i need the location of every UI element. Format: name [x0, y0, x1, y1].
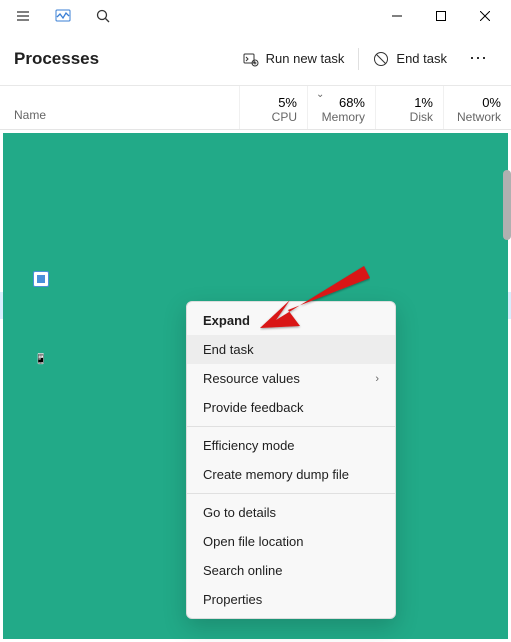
process-row[interactable]: ›Secure System0%28.6 MB0 MB/s0 Mbps — [0, 211, 511, 238]
column-headers: Name 5%CPU ⌄68%Memory 1%Disk 0%Network — [0, 86, 511, 130]
end-task-label: End task — [396, 51, 447, 66]
header-disk[interactable]: 1%Disk — [375, 86, 443, 129]
more-icon: ⋯ — [469, 48, 489, 68]
box-blue-icon — [33, 271, 49, 287]
ctx-resource-values[interactable]: Resource values› — [187, 364, 395, 393]
end-task-button[interactable]: End task — [363, 45, 457, 73]
ctx-location[interactable]: Open file location — [187, 527, 395, 556]
minimize-icon — [392, 11, 402, 21]
run-task-icon — [243, 51, 259, 67]
maximize-icon — [436, 11, 446, 21]
ctx-expand[interactable]: Expand — [187, 306, 395, 335]
close-icon — [480, 11, 490, 21]
page-title: Processes — [14, 49, 99, 69]
perf-monitor-icon — [55, 8, 71, 24]
ctx-details[interactable]: Go to details — [187, 498, 395, 527]
ctx-feedback[interactable]: Provide feedback — [187, 393, 395, 422]
header-cpu[interactable]: 5%CPU — [239, 86, 307, 129]
header-memory[interactable]: ⌄68%Memory — [307, 86, 375, 129]
menu-icon — [15, 8, 31, 24]
ctx-separator — [187, 426, 395, 427]
titlebar-left — [4, 1, 122, 31]
ctx-end-task[interactable]: End task — [187, 335, 395, 364]
ctx-separator — [187, 493, 395, 494]
sort-caret-icon: ⌄ — [316, 89, 324, 100]
end-task-icon — [373, 51, 389, 67]
ctx-search[interactable]: Search online — [187, 556, 395, 585]
run-task-label: Run new task — [266, 51, 345, 66]
titlebar — [0, 0, 511, 32]
toolbar-divider — [358, 48, 359, 70]
more-button[interactable]: ⋯ — [461, 44, 497, 73]
maximize-button[interactable] — [419, 1, 463, 31]
search-icon — [95, 8, 111, 24]
app-icon-button[interactable] — [44, 1, 82, 31]
context-menu: Expand End task Resource values› Provide… — [186, 301, 396, 619]
header-network[interactable]: 0%Network — [443, 86, 511, 129]
run-task-button[interactable]: Run new task — [233, 45, 355, 73]
scrollbar-thumb[interactable] — [503, 170, 511, 240]
header-name[interactable]: Name — [0, 86, 239, 129]
close-button[interactable] — [463, 1, 507, 31]
search-button[interactable] — [84, 1, 122, 31]
ctx-dump[interactable]: Create memory dump file — [187, 460, 395, 489]
row-name-cell: ›Secure System — [0, 217, 239, 233]
menu-button[interactable] — [4, 1, 42, 31]
window-controls — [375, 1, 507, 31]
minimize-button[interactable] — [375, 1, 419, 31]
toolbar-actions: Run new task End task ⋯ — [233, 44, 497, 73]
ctx-properties[interactable]: Properties — [187, 585, 395, 614]
box-teal-icon — [51, 217, 67, 233]
chevron-right-icon: › — [375, 373, 379, 385]
ctx-efficiency[interactable]: Efficiency mode — [187, 431, 395, 460]
toolbar: Processes Run new task End task ⋯ — [0, 32, 511, 86]
